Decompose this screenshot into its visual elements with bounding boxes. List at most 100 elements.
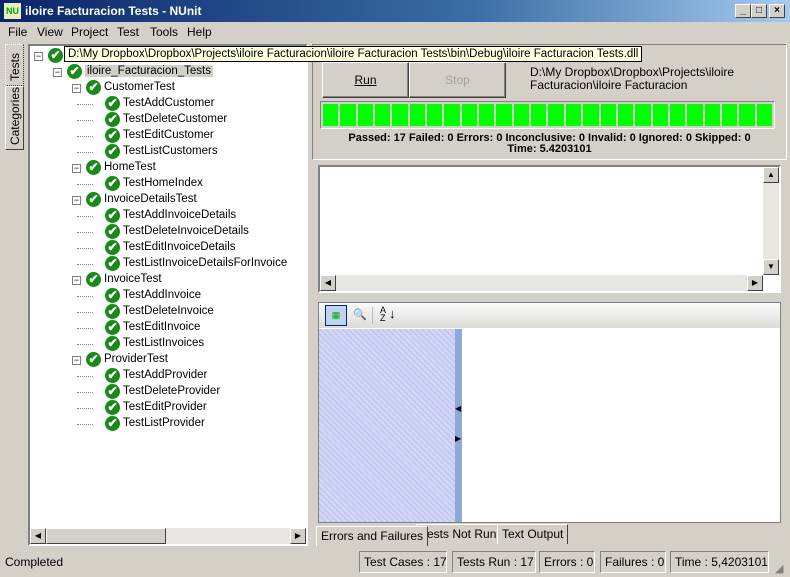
progress-bar — [320, 101, 775, 129]
scroll-thumb[interactable] — [46, 528, 166, 544]
tree-node-label: iloire_Facturacion_Tests — [85, 65, 214, 77]
resize-grip-icon[interactable]: ◢ — [775, 562, 783, 575]
progress-block — [444, 104, 460, 126]
expand-right-icon[interactable]: ▶ — [455, 434, 461, 443]
menu-test[interactable]: Test — [117, 25, 139, 39]
tree-node[interactable]: ✔ TestListInvoices — [30, 336, 306, 352]
assembly-path: D:\My Dropbox\Dropbox\Projects\iloire Fa… — [530, 66, 734, 93]
scroll-up-icon[interactable]: ▲ — [763, 167, 779, 183]
tree-node[interactable]: ✔ TestListInvoiceDetailsForInvoice — [30, 256, 306, 272]
progress-block — [583, 104, 599, 126]
tree-node[interactable]: ✔ TestEditProvider — [30, 400, 306, 416]
passed-check-icon: ✔ — [105, 384, 120, 399]
menu-file[interactable]: File — [8, 25, 27, 39]
tree-node-label: TestEditInvoiceDetails — [123, 241, 236, 253]
tree-node-label: TestEditProvider — [123, 401, 207, 413]
tree-node[interactable]: ✔ TestDeleteCustomer — [30, 112, 306, 128]
tree-node[interactable]: ✔ TestListCustomers — [30, 144, 306, 160]
progress-block — [739, 104, 755, 126]
collapse-icon[interactable]: − — [72, 164, 81, 173]
tree-node[interactable]: ✔ TestEditInvoiceDetails — [30, 240, 306, 256]
tab-errors-and-failures[interactable]: Errors and Failures — [316, 526, 429, 546]
tree-node-label: TestEditCustomer — [123, 129, 214, 141]
menu-tools[interactable]: Tools — [150, 25, 178, 39]
tree-node[interactable]: ✔ TestDeleteProvider — [30, 384, 306, 400]
tree-connector — [77, 424, 93, 425]
tree-node-label: TestAddInvoice — [123, 289, 201, 301]
tree-node[interactable]: ✔ TestAddProvider — [30, 368, 306, 384]
scroll-right-icon[interactable]: ▶ — [290, 528, 306, 544]
tree-node[interactable]: − ✔ CustomerTest — [30, 80, 306, 96]
tab-tests-not-run[interactable]: Tests Not Run — [416, 524, 502, 544]
tree-connector — [77, 312, 93, 313]
scroll-down-icon[interactable]: ▼ — [763, 259, 779, 275]
collapse-icon[interactable]: − — [72, 84, 81, 93]
progress-block — [392, 104, 408, 126]
collapse-icon[interactable]: − — [72, 356, 81, 365]
tree-node[interactable]: − ✔ InvoiceDetailsTest — [30, 192, 306, 208]
status-errors: Errors : 0 — [539, 551, 595, 573]
tree-node[interactable]: ✔ TestDeleteInvoice — [30, 304, 306, 320]
scroll-right-icon[interactable]: ▶ — [747, 275, 763, 291]
test-tree[interactable]: − ✔ − ✔ iloire_Facturacion_Tests − ✔ CustomerTe… — [28, 44, 308, 546]
tree-node[interactable]: ✔ TestAddInvoice — [30, 288, 306, 304]
tree-connector — [77, 328, 93, 329]
menu-project[interactable]: Project — [71, 25, 108, 39]
path-tooltip: D:\My Dropbox\Dropbox\Projects\iloire Fa… — [64, 46, 643, 62]
tree-node-label: TestDeleteCustomer — [123, 113, 228, 125]
tree-node[interactable]: − ✔ iloire_Facturacion_Tests — [30, 64, 306, 80]
progress-block — [669, 104, 686, 126]
tree-node[interactable]: ✔ TestAddCustomer — [30, 96, 306, 112]
tree-node-label: TestListInvoices — [123, 337, 205, 349]
tree-node[interactable]: − ✔ InvoiceTest — [30, 272, 306, 288]
scroll-left-icon[interactable]: ◀ — [30, 528, 46, 544]
run-button[interactable]: Run — [322, 62, 409, 98]
tab-categories[interactable]: Categories — [5, 86, 24, 150]
collapse-icon[interactable]: − — [53, 68, 62, 77]
tree-node[interactable]: ✔ TestAddInvoiceDetails — [30, 208, 306, 224]
tree-node-label: ProviderTest — [104, 353, 168, 365]
stop-label: Stop — [445, 73, 470, 87]
passed-check-icon: ✔ — [105, 112, 120, 127]
search-icon[interactable]: 🔍 — [353, 308, 367, 321]
tree-node[interactable]: ✔ TestDeleteInvoiceDetails — [30, 224, 306, 240]
close-button[interactable]: × — [769, 4, 785, 18]
status-tests-run: Tests Run : 17 — [452, 551, 536, 573]
categorized-view-icon[interactable]: ▦ — [325, 305, 347, 326]
tree-node[interactable]: ✔ TestEditInvoice — [30, 320, 306, 336]
tree-node[interactable]: − ✔ ProviderTest — [30, 352, 306, 368]
status-text: Completed — [5, 555, 64, 569]
window-title: iloire Facturacion Tests - NUnit — [25, 4, 202, 18]
progress-block — [375, 104, 391, 126]
tree-connector — [77, 136, 93, 137]
collapse-icon[interactable]: − — [72, 276, 81, 285]
stop-button[interactable]: Stop — [409, 62, 506, 98]
passed-check-icon: ✔ — [86, 192, 101, 207]
tab-tests[interactable]: Tests — [5, 44, 24, 86]
tree-horizontal-scrollbar[interactable]: ◀ ▶ — [30, 528, 306, 544]
splitter[interactable]: ◀ ▶ — [455, 329, 462, 522]
tree-node[interactable]: ✔ TestEditCustomer — [30, 128, 306, 144]
results-vertical-scrollbar[interactable]: ▲ ▼ — [763, 167, 779, 275]
collapse-icon[interactable]: − — [34, 52, 43, 61]
results-horizontal-scrollbar[interactable]: ◀ ▶ — [320, 275, 763, 291]
tree-node[interactable]: ✔ TestListProvider — [30, 416, 306, 432]
maximize-button[interactable]: □ — [751, 4, 767, 18]
tree-connector — [77, 344, 93, 345]
menu-help[interactable]: Help — [187, 25, 212, 39]
collapse-icon[interactable]: − — [72, 196, 81, 205]
menu-view[interactable]: View — [37, 25, 63, 39]
tree-node[interactable]: − ✔ HomeTest — [30, 160, 306, 176]
tree-node[interactable]: ✔ TestHomeIndex — [30, 176, 306, 192]
minimize-button[interactable]: _ — [735, 4, 751, 18]
passed-check-icon: ✔ — [105, 400, 120, 415]
passed-check-icon: ✔ — [105, 368, 120, 383]
collapse-left-icon[interactable]: ◀ — [455, 404, 461, 413]
run-summary: Passed: 17 Failed: 0 Errors: 0 Inconclus… — [313, 133, 786, 155]
tree-node-label: TestAddInvoiceDetails — [123, 209, 237, 221]
sort-alphabetical-icon[interactable]: AZ — [380, 306, 386, 323]
passed-check-icon: ✔ — [105, 240, 120, 255]
scroll-left-icon[interactable]: ◀ — [320, 275, 336, 291]
tab-text-output[interactable]: Text Output — [497, 524, 569, 544]
results-list[interactable]: ▲ ▼ ◀ ▶ — [318, 165, 781, 293]
